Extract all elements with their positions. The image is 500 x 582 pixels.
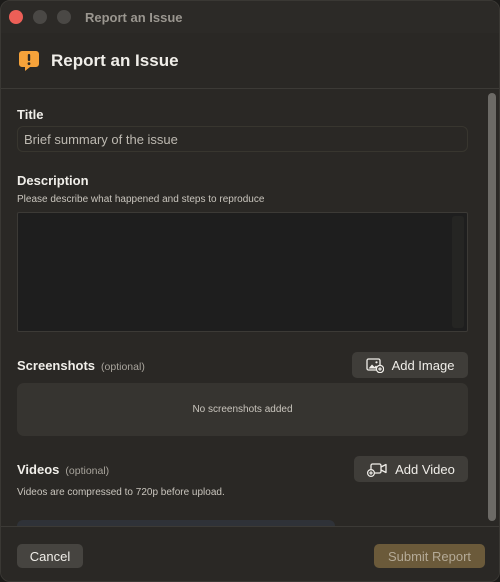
form-scrollbar-thumb[interactable] <box>488 93 496 521</box>
add-image-label: Add Image <box>391 357 455 373</box>
dialog-title: Report an Issue <box>51 51 179 70</box>
description-hint: Please describe what happened and steps … <box>17 194 265 205</box>
close-window-button[interactable] <box>9 10 23 24</box>
submit-report-button[interactable]: Submit Report <box>374 544 485 568</box>
screenshots-dropzone[interactable]: No screenshots added <box>17 383 468 436</box>
cancel-button[interactable]: Cancel <box>17 544 83 568</box>
videos-label: Videos (optional) <box>17 462 109 477</box>
add-video-button[interactable]: Add Video <box>354 456 468 482</box>
videos-optional: (optional) <box>65 465 110 477</box>
window-title: Report an Issue <box>85 10 183 25</box>
photo-add-icon <box>365 357 384 373</box>
form-scroll-area[interactable]: Title Description Please describe what h… <box>1 90 485 526</box>
minimize-window-button[interactable] <box>33 10 47 24</box>
description-label: Description <box>17 173 89 188</box>
exclamation-bubble-icon <box>19 51 39 71</box>
form-scrollbar[interactable] <box>485 90 499 526</box>
screenshots-label: Screenshots (optional) <box>17 358 145 373</box>
screenshots-label-text: Screenshots <box>17 358 96 373</box>
report-issue-window: Report an Issue Report an Issue Title De… <box>0 0 500 582</box>
title-input[interactable] <box>17 126 468 152</box>
maximize-window-button[interactable] <box>57 10 71 24</box>
screenshots-empty-text: No screenshots added <box>192 404 293 415</box>
description-textarea[interactable] <box>17 212 468 332</box>
description-scrollbar[interactable] <box>452 216 464 328</box>
dialog-footer: Cancel Submit Report <box>1 526 499 581</box>
videos-hint: Videos are compressed to 720p before upl… <box>17 487 225 498</box>
dialog-header: Report an Issue <box>1 33 499 89</box>
title-label: Title <box>17 107 44 122</box>
videos-label-text: Videos <box>17 462 60 477</box>
screenshots-optional: (optional) <box>101 361 145 373</box>
add-video-label: Add Video <box>395 461 455 477</box>
title-bar[interactable]: Report an Issue <box>1 1 499 33</box>
add-image-button[interactable]: Add Image <box>352 352 468 378</box>
video-add-icon <box>367 462 387 477</box>
